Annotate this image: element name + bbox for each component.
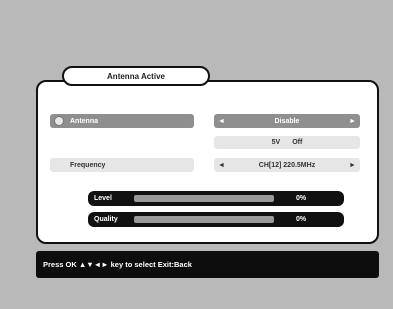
level-value: 0% bbox=[296, 195, 307, 202]
level-bar bbox=[134, 195, 274, 202]
voltage-state: Off bbox=[292, 139, 303, 146]
left-arrow-icon[interactable]: ◄ bbox=[218, 118, 225, 125]
frequency-label: Frequency bbox=[70, 161, 106, 169]
level-meter: Level 0% bbox=[88, 191, 344, 206]
menu-title: Antenna Active bbox=[62, 66, 210, 86]
tv-screen: Antenna Active Antenna ◄ Disable ► 5V Of… bbox=[0, 0, 393, 309]
antenna-row-label[interactable]: Antenna bbox=[50, 114, 194, 128]
help-text: Press OK ▲▼◄► key to select Exit:Back bbox=[43, 260, 192, 269]
left-arrow-icon[interactable]: ◄ bbox=[218, 162, 225, 169]
right-arrow-icon[interactable]: ► bbox=[349, 162, 356, 169]
frequency-value: CH[12] 220.5MHz bbox=[258, 161, 316, 169]
level-label: Level bbox=[94, 195, 112, 202]
quality-label: Quality bbox=[94, 216, 118, 223]
quality-bar bbox=[134, 216, 274, 223]
antenna-settings-panel: Antenna ◄ Disable ► 5V Off Frequency ◄ C… bbox=[36, 80, 379, 244]
antenna-voltage-status: 5V Off bbox=[214, 136, 360, 149]
frequency-row-label[interactable]: Frequency bbox=[50, 158, 194, 172]
antenna-label: Antenna bbox=[70, 117, 98, 125]
selected-bullet-icon bbox=[54, 116, 64, 126]
frequency-selector[interactable]: ◄ CH[12] 220.5MHz ► bbox=[214, 158, 360, 172]
antenna-value: Disable bbox=[274, 117, 300, 125]
quality-value: 0% bbox=[296, 216, 307, 223]
quality-meter: Quality 0% bbox=[88, 212, 344, 227]
right-arrow-icon[interactable]: ► bbox=[349, 118, 356, 125]
antenna-power-selector[interactable]: ◄ Disable ► bbox=[214, 114, 360, 128]
help-bar: Press OK ▲▼◄► key to select Exit:Back bbox=[36, 251, 379, 278]
voltage-value: 5V bbox=[271, 139, 281, 146]
